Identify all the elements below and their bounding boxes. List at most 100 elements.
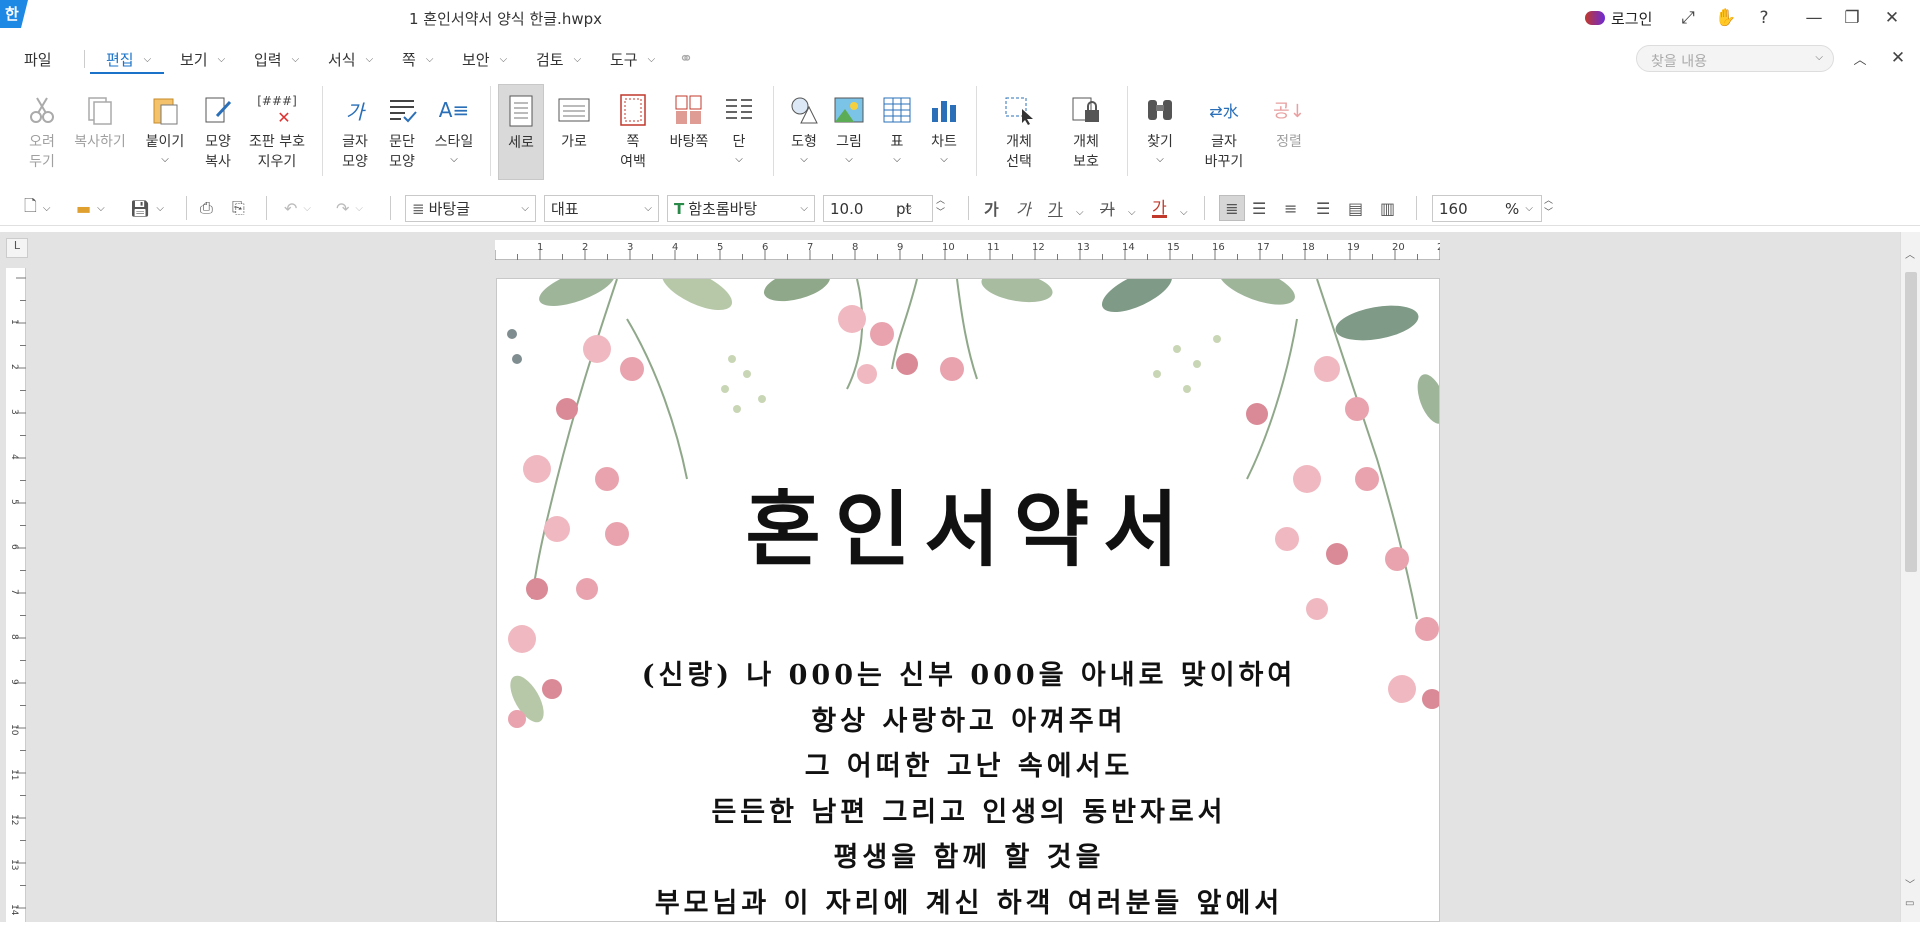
sort-icon: 공↓: [1273, 101, 1305, 122]
chevron-down-icon[interactable]: ⌵: [1128, 200, 1136, 224]
align-right-button[interactable]: ☰: [1316, 196, 1330, 220]
collapse-ribbon-icon[interactable]: ︿: [1848, 46, 1872, 70]
underline-button[interactable]: 가: [1048, 196, 1063, 220]
chart-button[interactable]: 차트 ⌵: [915, 84, 973, 180]
menu-file[interactable]: 파일: [24, 49, 52, 70]
margins-label: 쪽 여백: [620, 134, 646, 170]
copy-button[interactable]: 복사하기: [70, 84, 130, 180]
menu-view[interactable]: 보기 ⌵: [180, 49, 225, 70]
menu-page[interactable]: 쪽 ⌵: [402, 49, 433, 70]
vertical-scrollbar[interactable]: ︿ ﹀ ▭: [1900, 232, 1920, 922]
hand-tool-icon[interactable]: ✋: [1714, 6, 1738, 30]
select-object-button[interactable]: 개체 선택: [989, 84, 1049, 180]
scroll-thumb[interactable]: [1905, 272, 1917, 572]
style-button[interactable]: A≡ 스타일 ⌵: [425, 84, 483, 180]
help-icon[interactable]: ?: [1752, 6, 1776, 30]
sort-button[interactable]: 공↓ 정렬: [1260, 84, 1318, 180]
align-left-button[interactable]: ☰: [1252, 196, 1266, 220]
align-center-button[interactable]: ≡: [1284, 196, 1297, 220]
replace-chars-label: 글자 바꾸기: [1204, 134, 1244, 170]
document-page[interactable]: 혼인서약서 (신랑) 나 000는 신부 000을 아내로 맞이하여 항상 사랑…: [496, 278, 1440, 922]
ruler-label: 14: [9, 904, 19, 916]
horizontal-ruler[interactable]: 123456789101112131415161718192021: [494, 240, 1450, 260]
strikethrough-button[interactable]: 가: [1100, 196, 1115, 220]
para-shape-button[interactable]: 문단 모양: [373, 84, 431, 180]
search-input[interactable]: 찾을 내용 ⌵: [1636, 45, 1834, 72]
distribute-button[interactable]: ▤: [1348, 196, 1363, 220]
protect-object-button[interactable]: 개체 보호: [1056, 84, 1116, 180]
new-document-icon[interactable]: 🗋 ⌵: [24, 196, 50, 220]
table-icon: [879, 92, 915, 128]
open-folder-icon[interactable]: ▬ ⌵: [76, 196, 105, 220]
italic-button[interactable]: 가: [1016, 196, 1031, 220]
font-name-select[interactable]: T 함초롬바탕 ⌵: [667, 195, 815, 222]
margins-button[interactable]: 쪽 여백: [604, 84, 662, 180]
vow-line: 든든한 남편 그리고 인생의 동반자로서: [711, 797, 1227, 828]
format-copy-button[interactable]: 모양 복사: [189, 84, 247, 180]
menu-insert-label: 입력: [254, 51, 282, 69]
collaboration-icon[interactable]: ⚭: [674, 47, 698, 71]
chevron-down-icon[interactable]: ⌵: [1180, 200, 1188, 224]
replace-chars-button[interactable]: ⇄水 글자 바꾸기: [1193, 84, 1255, 180]
font-group-select[interactable]: 대표 ⌵: [544, 195, 659, 222]
fullscreen-icon[interactable]: ⤢: [1676, 6, 1700, 30]
horizontal-ruler-ticks: 123456789101112131415161718192021: [494, 242, 1450, 260]
redo-icon[interactable]: ↷ ⌵: [336, 196, 363, 220]
paragraph-style-select[interactable]: ≣ 바탕글 ⌵: [405, 195, 536, 222]
menu-insert[interactable]: 입력 ⌵: [254, 49, 299, 70]
login-button[interactable]: 로그인: [1585, 0, 1652, 36]
paste-button[interactable]: 붙이기 ⌵: [136, 84, 194, 180]
scroll-down-icon[interactable]: ﹀: [1905, 876, 1915, 891]
scissors-icon: [24, 92, 60, 128]
scroll-up-icon[interactable]: ︿: [1905, 246, 1915, 261]
zoom-input[interactable]: 160% ⌵: [1432, 195, 1542, 222]
login-label: 로그인: [1611, 9, 1653, 28]
portrait-button[interactable]: 세로: [498, 84, 544, 180]
undo-icon[interactable]: ↶ ⌵: [284, 196, 311, 220]
landscape-button[interactable]: 가로: [551, 84, 597, 180]
menu-review[interactable]: 검토 ⌵: [536, 49, 581, 70]
clear-codes-label: 조판 부호 지우기: [249, 134, 305, 170]
columns-button[interactable]: 단 ⌵: [712, 84, 766, 180]
chevron-down-icon: ⌵: [1525, 203, 1533, 214]
font-size-spinner[interactable]: ︿ ﹀: [936, 195, 945, 219]
align-justify-button[interactable]: ≣: [1219, 195, 1245, 221]
ruler-label: 16: [1212, 242, 1225, 253]
bold-button[interactable]: 가: [984, 196, 999, 220]
font-size-input[interactable]: 10.0 pt ⌵: [823, 195, 933, 222]
clear-codes-button[interactable]: [###] ✕ 조판 부호 지우기: [243, 84, 311, 180]
vow-line: 평생을 함께 할 것을: [833, 842, 1105, 873]
print-icon[interactable]: ⎙: [200, 196, 213, 220]
cut-button[interactable]: 오려 두기: [13, 84, 71, 180]
menu-edit[interactable]: 편집 ⌵: [106, 49, 151, 70]
menu-security[interactable]: 보안 ⌵: [462, 49, 507, 70]
find-label: 찾기: [1147, 134, 1173, 150]
font-name-value: 함초롬바탕: [688, 200, 758, 218]
menu-security-label: 보안: [462, 51, 490, 69]
minimize-button[interactable]: —: [1802, 6, 1826, 30]
menu-page-label: 쪽: [402, 51, 416, 69]
save-icon[interactable]: 💾︎ ⌵: [130, 196, 164, 220]
menu-format[interactable]: 서식 ⌵: [328, 49, 373, 70]
page-view-icon[interactable]: ▭: [1905, 898, 1914, 909]
divide-button[interactable]: ▥: [1380, 196, 1395, 220]
menu-tools[interactable]: 도구 ⌵: [610, 49, 655, 70]
find-button[interactable]: 찾기 ⌵: [1131, 84, 1189, 180]
close-button[interactable]: ✕: [1880, 6, 1904, 30]
ruler-label: 14: [1122, 242, 1135, 253]
chevron-down-icon: ⌵: [425, 54, 434, 65]
close-document-icon[interactable]: ✕: [1886, 46, 1910, 70]
vertical-ruler[interactable]: 1 2 3 4 5 6 7 8 9 10 11 12 13 14: [6, 268, 26, 922]
ruler-corner[interactable]: L: [6, 238, 28, 258]
restore-button[interactable]: ❐: [1840, 6, 1864, 30]
zoom-spinner[interactable]: ︿ ﹀: [1544, 195, 1553, 219]
paragraph-style-value: 바탕글: [428, 200, 470, 218]
sort-label: 정렬: [1276, 134, 1302, 150]
font-color-button[interactable]: 가: [1152, 196, 1167, 218]
chevron-down-icon[interactable]: ⌵: [1076, 200, 1084, 224]
chevron-down-icon: ⌵: [735, 154, 743, 165]
search-placeholder: 찾을 내용: [1651, 54, 1707, 70]
master-page-button[interactable]: 바탕쪽: [659, 84, 719, 180]
account-icon: [1585, 11, 1605, 25]
print-preview-icon[interactable]: ⎘: [232, 196, 245, 220]
